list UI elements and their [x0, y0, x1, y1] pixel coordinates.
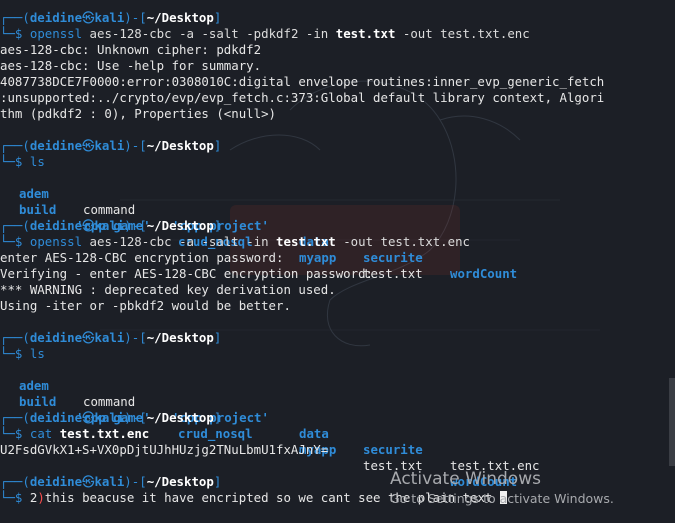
ls-row: adem command 'cpp project' data securite… — [0, 362, 540, 473]
watermark-subtitle: Go to Settings to activate Windows. — [390, 491, 614, 506]
kali-at-icon: ㉿ — [82, 138, 95, 153]
list-item: command — [83, 394, 136, 409]
list-item: build — [19, 394, 57, 409]
prompt-header: ┌──(deidine㉿kali)-[~/Desktop] — [0, 218, 222, 233]
list-item: crud_nosql — [178, 426, 253, 441]
list-item: data — [299, 426, 329, 441]
prompt-header: ┌──(deidine㉿kali)-[~/Desktop] — [0, 410, 222, 425]
kali-at-icon: ㉿ — [82, 474, 95, 489]
command-line: └─$ openssl aes-128-cbc -a -salt -pdkdf2… — [0, 26, 530, 41]
output-line: Using -iter or -pbkdf2 would be better. — [0, 298, 291, 313]
kali-at-icon: ㉿ — [82, 410, 95, 425]
ls-row: adem command 'cpp project' data securite… — [0, 170, 517, 281]
watermark-title: Activate Windows — [390, 469, 541, 489]
list-item: command — [83, 202, 136, 217]
command-line: └─$ cat test.txt.enc — [0, 426, 150, 441]
prompt-header: ┌──(deidine㉿kali)-[~/Desktop] — [0, 10, 222, 25]
command-line: └─$ ls — [0, 154, 45, 169]
prompt-header: ┌──(deidine㉿kali)-[~/Desktop] — [0, 330, 222, 345]
kali-at-icon: ㉿ — [82, 10, 95, 25]
prompt-header: ┌──(deidine㉿kali)-[~/Desktop] — [0, 474, 222, 489]
output-line: 4087738DCE7F0000:error:0308010C:digital … — [0, 74, 605, 89]
list-item: securite — [363, 442, 423, 457]
kali-at-icon: ㉿ — [82, 218, 95, 233]
activate-windows-watermark: Activate Windows Go to Settings to activ… — [390, 469, 614, 507]
output-line: U2FsdGVkX1+S+VX0pDjtUJhHUzjg2TNuLbmU1fxA… — [0, 442, 329, 457]
command-line: └─$ openssl aes-128-cbc -a -salt -in tes… — [0, 234, 471, 249]
scrollbar[interactable] — [669, 378, 675, 466]
ls-row: build 'cpp game' crud_nosql myapp test.t… — [0, 186, 423, 281]
command-line: └─$ ls — [0, 346, 45, 361]
list-item: build — [19, 202, 57, 217]
ls-row: build 'cpp game' crud_nosql myapp test.t… — [0, 378, 517, 489]
prompt-header: ┌──(deidine㉿kali)-[~/Desktop] — [0, 138, 222, 153]
output-line: :unsupported:../crypto/evp/evp_fetch.c:3… — [0, 90, 605, 105]
output-line: enter AES-128-CBC encryption password: — [0, 250, 284, 265]
kali-at-icon: ㉿ — [82, 330, 95, 345]
list-item: wordCount — [450, 266, 518, 281]
list-item: securite — [363, 250, 423, 265]
output-line: Verifying - enter AES-128-CBC encryption… — [0, 266, 373, 281]
output-line: aes-128-cbc: Unknown cipher: pdkdf2 — [0, 42, 262, 57]
output-line: aes-128-cbc: Use -help for summary. — [0, 58, 262, 73]
list-item: myapp — [299, 250, 337, 265]
output-line: *** WARNING : deprecated key derivation … — [0, 282, 336, 297]
output-line: thm (pdkdf2 : 0), Properties (<null>) — [0, 106, 277, 121]
